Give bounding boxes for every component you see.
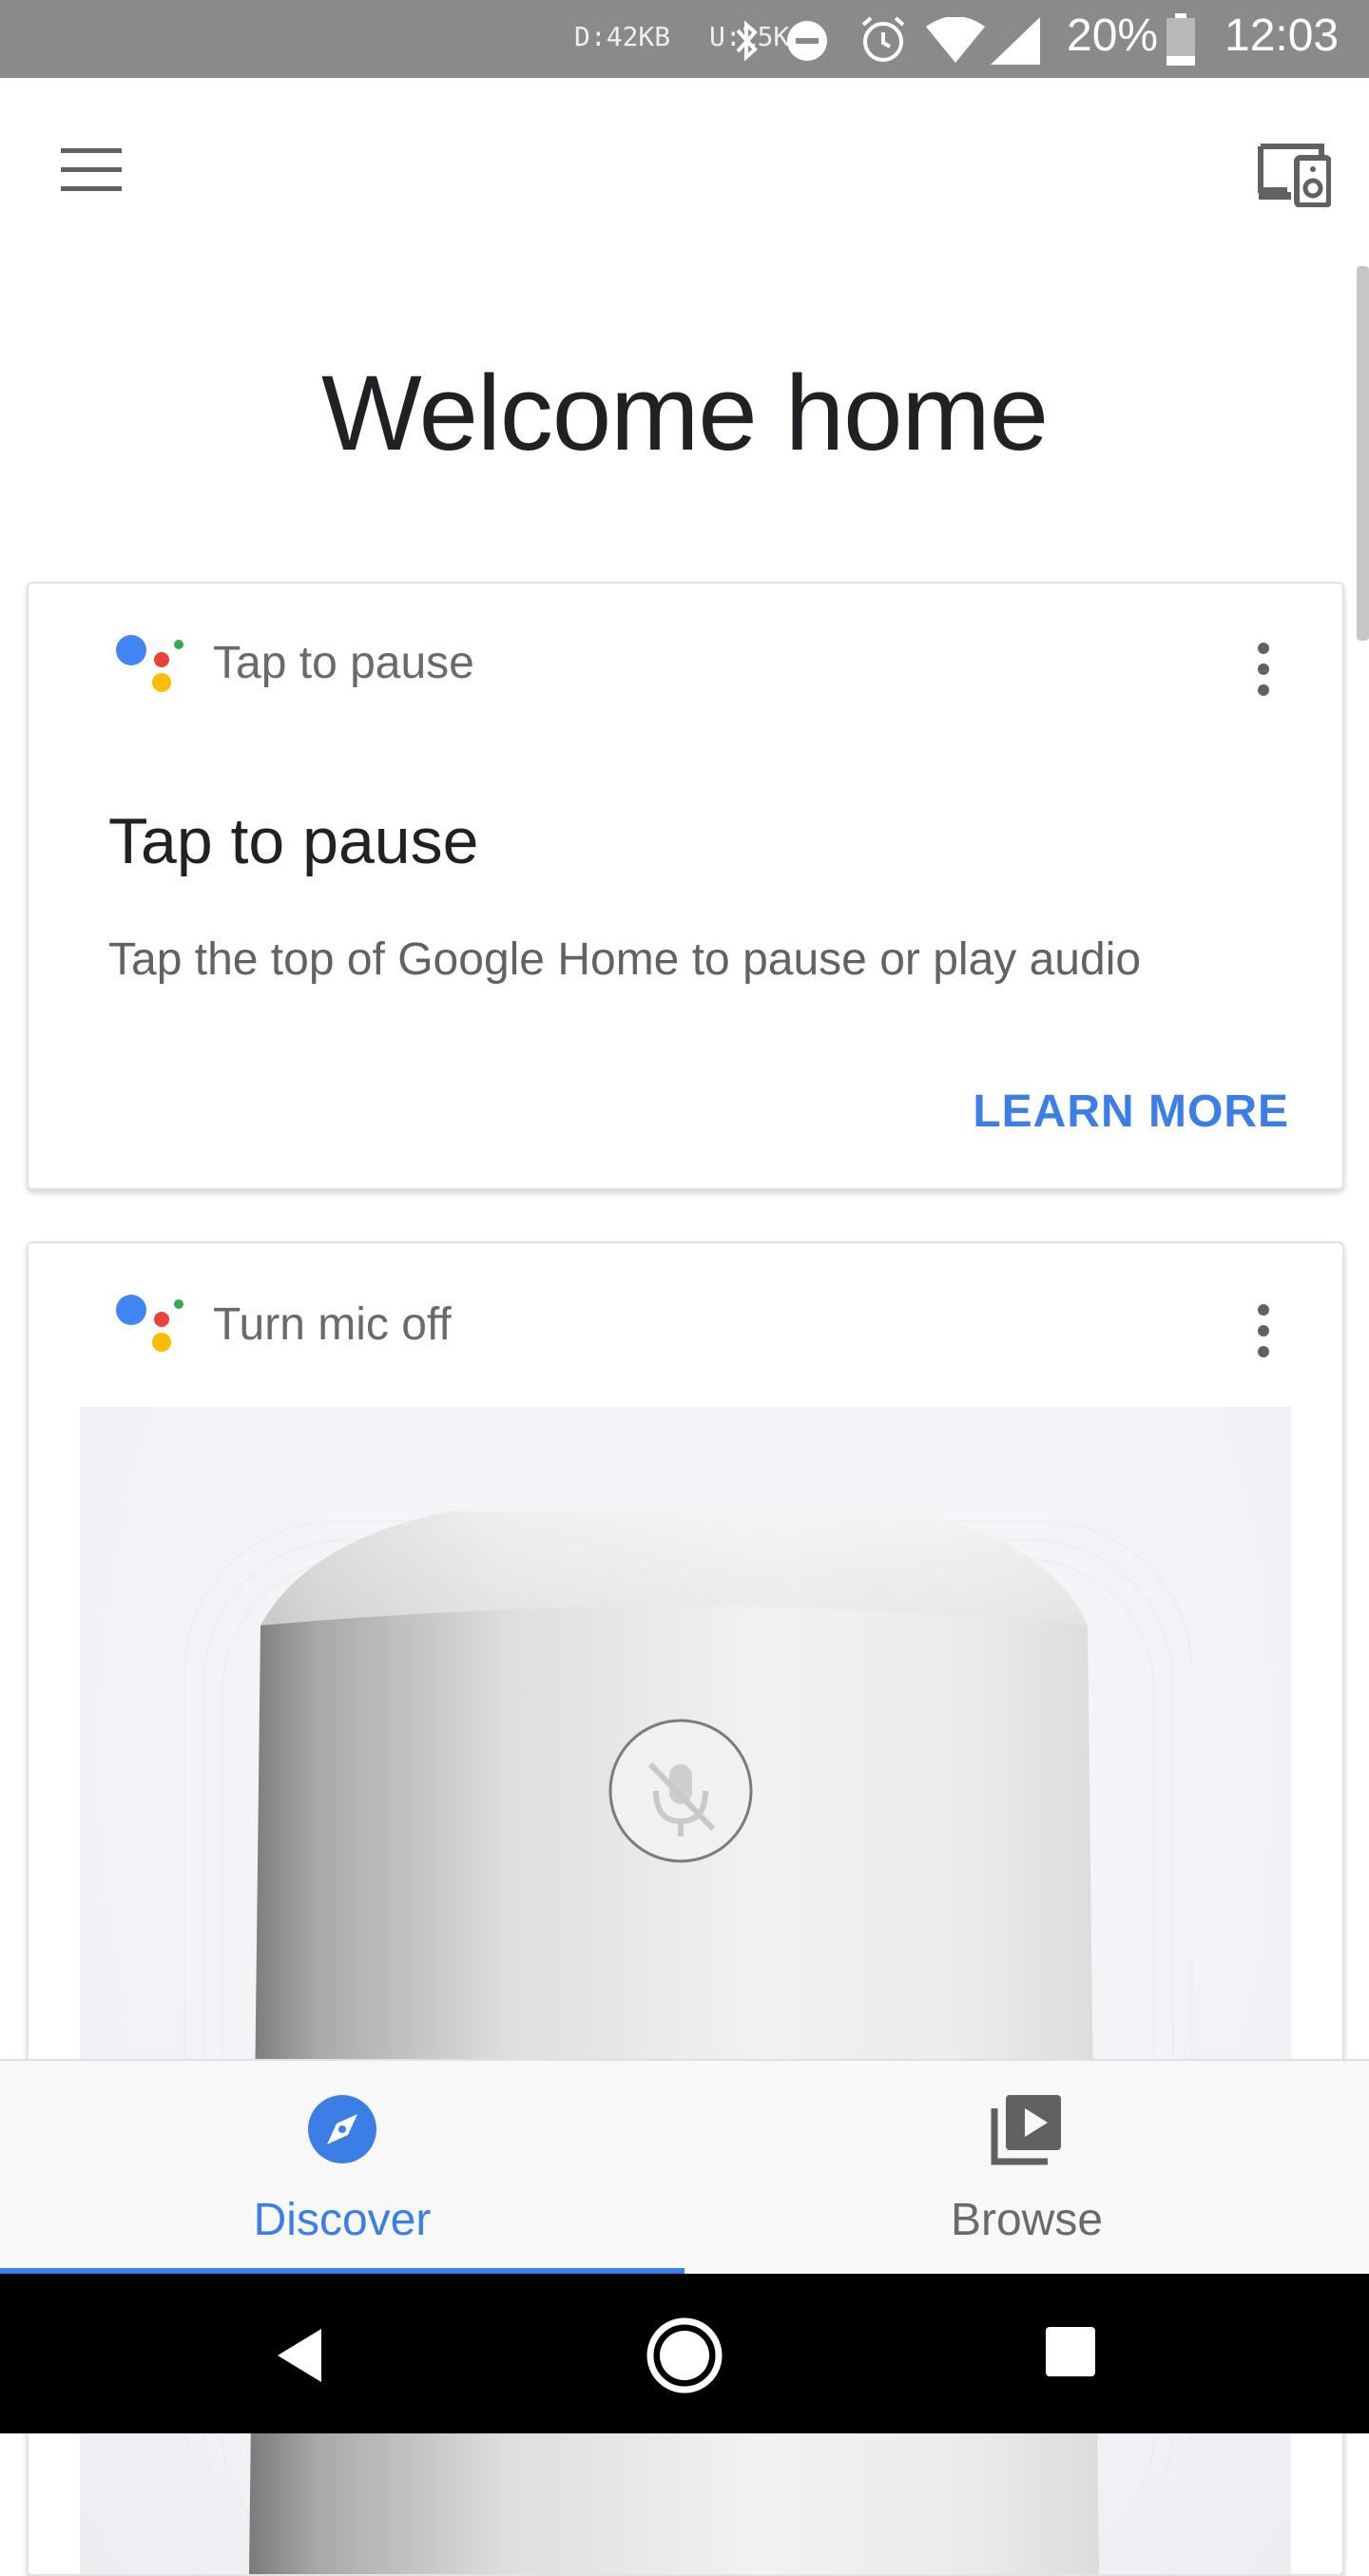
clock: 12:03 <box>1224 10 1340 61</box>
do-not-disturb-icon <box>787 21 827 61</box>
more-vertical-icon[interactable] <box>1249 633 1278 709</box>
more-vertical-icon[interactable] <box>1249 1295 1278 1371</box>
battery-icon <box>1167 13 1195 66</box>
recent-apps-icon[interactable] <box>1044 2325 1097 2378</box>
card-header-label: Tap to pause <box>213 638 474 688</box>
card-body: Tap the top of Google Home to pause or p… <box>108 934 1142 985</box>
home-icon[interactable] <box>645 2316 724 2395</box>
bluetooth-icon <box>736 20 758 62</box>
tab-discover-label: Discover <box>253 2195 432 2245</box>
google-assistant-icon <box>116 1295 183 1352</box>
card-title: Tap to pause <box>108 805 479 877</box>
devices-icon[interactable] <box>1255 141 1331 207</box>
tab-browse[interactable]: Browse <box>684 2061 1369 2276</box>
alarm-icon <box>861 16 905 62</box>
download-speed: D:42KB <box>574 21 671 52</box>
battery-percent: 20% <box>1067 10 1159 61</box>
system-navigation-bar <box>0 2274 1369 2433</box>
learn-more-button[interactable]: LEARN MORE <box>973 1086 1289 1138</box>
google-assistant-icon <box>116 635 183 692</box>
wifi-icon <box>926 17 985 63</box>
page-title: Welcome home <box>320 354 1049 472</box>
card-header-label: Turn mic off <box>213 1299 452 1350</box>
status-bar: D:42KB U:25K 20% 12:03 <box>0 0 1369 78</box>
tab-discover[interactable]: Discover <box>0 2061 684 2276</box>
video-library-icon <box>991 2095 1061 2165</box>
tip-card-tap-to-pause: Tap to pause Tap to pause Tap the top of… <box>27 582 1344 1190</box>
cell-signal-icon <box>991 17 1040 65</box>
bottom-navigation: Discover Browse <box>0 2059 1369 2276</box>
compass-icon <box>308 2095 376 2163</box>
back-icon[interactable] <box>272 2325 327 2386</box>
tab-browse-label: Browse <box>950 2195 1104 2245</box>
hamburger-menu-icon[interactable] <box>57 144 125 196</box>
